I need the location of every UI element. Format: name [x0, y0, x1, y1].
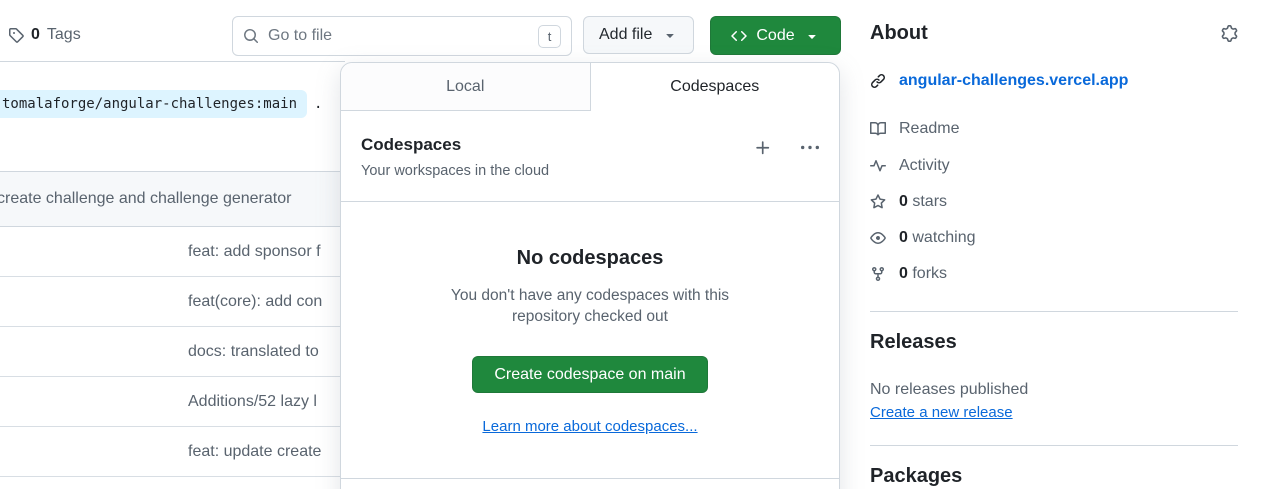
latest-commit-bar[interactable]: create challenge and challenge generator — [0, 171, 365, 227]
code-button[interactable]: Code — [710, 16, 841, 55]
releases-empty-text: No releases published — [870, 381, 1028, 399]
code-dropdown-tabs: Local Codespaces — [341, 63, 839, 111]
watching-count: 0 — [899, 229, 908, 246]
link-icon — [870, 73, 886, 89]
commit-message-link[interactable]: feat: update create — [188, 443, 321, 461]
branch-snippet: tomalaforge/angular-challenges:main . — [0, 90, 322, 118]
code-button-label: Code — [756, 27, 794, 45]
commit-message-link[interactable]: docs: translated to — [188, 343, 319, 361]
empty-state-line2: repository checked out — [341, 306, 839, 327]
search-placeholder: Go to file — [268, 27, 529, 45]
sidebar-item-forks[interactable]: 0 forks — [870, 265, 947, 283]
add-file-label: Add file — [599, 26, 652, 44]
repo-forked-icon — [870, 266, 886, 282]
pulse-icon — [870, 158, 886, 174]
branch-snippet-suffix: . — [314, 96, 322, 112]
table-row[interactable]: Additions/52 lazy l — [0, 377, 360, 427]
codespaces-options-button[interactable] — [801, 139, 819, 157]
code-icon — [731, 28, 747, 44]
empty-state-title: No codespaces — [341, 247, 839, 270]
divider — [870, 311, 1238, 312]
branch-snippet-code: tomalaforge/angular-challenges:main — [0, 90, 307, 118]
readme-label: Readme — [899, 120, 959, 138]
tag-icon — [8, 27, 24, 43]
tab-codespaces[interactable]: Codespaces — [591, 63, 840, 111]
codespaces-subtitle: Your workspaces in the cloud — [361, 163, 549, 179]
tab-local-label: Local — [446, 78, 484, 96]
star-icon — [870, 194, 886, 210]
plus-icon — [754, 139, 772, 157]
releases-title: Releases — [870, 331, 957, 354]
go-to-file-search-input[interactable]: Go to file t — [232, 16, 572, 56]
stars-label: stars — [912, 193, 947, 210]
sidebar-item-stars[interactable]: 0 stars — [870, 193, 947, 211]
table-row[interactable]: docs: translated to — [0, 327, 360, 377]
forks-label: forks — [912, 265, 947, 282]
empty-state-description: You don't have any codespaces with this … — [341, 285, 839, 327]
codespaces-title: Codespaces — [361, 135, 549, 155]
keyboard-shortcut-hint: t — [538, 25, 561, 48]
add-file-button[interactable]: Add file — [583, 16, 694, 54]
tab-codespaces-label: Codespaces — [670, 78, 759, 96]
kebab-horizontal-icon — [801, 139, 819, 157]
table-row[interactable]: feat: update create — [0, 427, 360, 477]
forks-count: 0 — [899, 265, 908, 282]
website-row: angular-challenges.vercel.app — [870, 72, 1128, 90]
divider — [0, 61, 345, 62]
codespaces-header: Codespaces Your workspaces in the cloud — [341, 111, 839, 179]
code-dropdown-panel: Local Codespaces Codespaces Your workspa… — [340, 62, 840, 489]
latest-commit-message: create challenge and challenge generator — [0, 190, 291, 208]
sidebar-item-readme[interactable]: Readme — [870, 120, 959, 138]
divider — [341, 478, 839, 479]
tab-local[interactable]: Local — [341, 63, 591, 111]
gear-icon — [1221, 25, 1238, 42]
learn-more-link[interactable]: Learn more about codespaces... — [482, 418, 697, 435]
table-row[interactable]: feat: add sponsor f — [0, 227, 360, 277]
codespaces-empty-state: No codespaces You don't have any codespa… — [341, 201, 839, 436]
divider — [870, 445, 1238, 446]
repo-website-link[interactable]: angular-challenges.vercel.app — [899, 72, 1128, 90]
edit-repo-settings-button[interactable] — [1221, 25, 1238, 42]
watching-label: watching — [912, 229, 975, 246]
book-icon — [870, 121, 886, 137]
about-title: About — [870, 22, 928, 45]
repo-sidebar: About angular-challenges.vercel.app Read… — [870, 0, 1238, 489]
commit-message-link[interactable]: feat: add sponsor f — [188, 243, 321, 261]
activity-label: Activity — [899, 157, 950, 175]
new-codespace-button[interactable] — [754, 139, 772, 157]
search-icon — [243, 28, 259, 44]
create-release-link[interactable]: Create a new release — [870, 404, 1013, 421]
chevron-down-icon — [804, 28, 820, 44]
create-codespace-button[interactable]: Create codespace on main — [472, 356, 707, 393]
stars-count: 0 — [899, 193, 908, 210]
file-table: feat: add sponsor f feat(core): add con … — [0, 227, 360, 477]
tags-count: 0 — [31, 26, 40, 44]
table-row[interactable]: feat(core): add con — [0, 277, 360, 327]
eye-icon — [870, 230, 886, 246]
empty-state-line1: You don't have any codespaces with this — [341, 285, 839, 306]
tags-label: Tags — [47, 26, 81, 44]
chevron-down-icon — [662, 27, 678, 43]
sidebar-item-watching[interactable]: 0 watching — [870, 229, 976, 247]
tags-link[interactable]: 0 Tags — [8, 26, 81, 44]
sidebar-item-activity[interactable]: Activity — [870, 157, 950, 175]
packages-title: Packages — [870, 465, 962, 488]
commit-message-link[interactable]: Additions/52 lazy l — [188, 393, 317, 411]
commit-message-link[interactable]: feat(core): add con — [188, 293, 322, 311]
